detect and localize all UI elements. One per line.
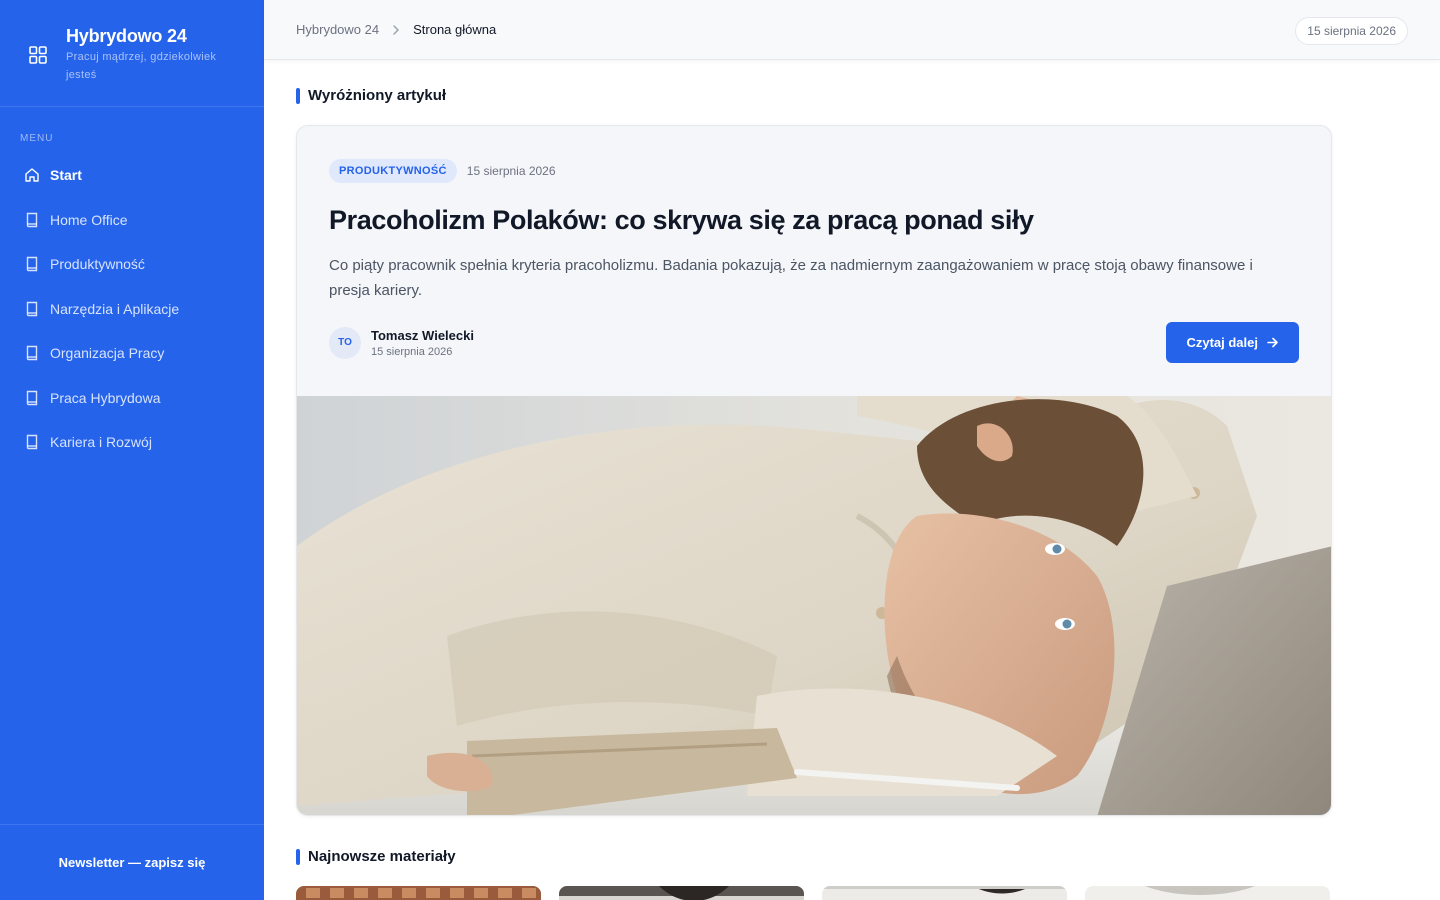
sidebar-item-label: Narzędzia i Aplikacje	[50, 300, 180, 317]
featured-article-card[interactable]: PRODUKTYWNOŚĆ 15 sierpnia 2026 Pracoholi…	[296, 125, 1332, 816]
book-icon	[26, 256, 38, 272]
author: TO Tomasz Wielecki 15 sierpnia 2026	[329, 326, 474, 359]
sidebar-nav: Start Home Office Produktywność Narzędzi…	[0, 151, 264, 460]
latest-card-thumbnail[interactable]	[1085, 886, 1330, 900]
brand-tagline: Pracuj mądrzej, gdziekolwiek jesteś	[66, 51, 217, 81]
breadcrumb-home[interactable]: Hybrydowo 24	[296, 22, 379, 37]
arrow-right-icon	[1267, 337, 1278, 348]
sidebar-item-label: Organizacja Pracy	[50, 345, 165, 361]
home-icon	[25, 168, 39, 182]
featured-section-title: Wyróżniony artykuł	[296, 87, 446, 105]
main-content: Wyróżniony artykuł PRODUKTYWNOŚĆ 15 sier…	[264, 60, 1440, 900]
sidebar-item-home-office[interactable]: Home Office	[16, 202, 256, 238]
book-icon	[26, 345, 38, 361]
hero-image[interactable]	[297, 396, 1332, 816]
newsletter-link[interactable]: Newsletter — zapisz się	[0, 824, 264, 900]
grid-icon	[29, 46, 47, 64]
book-icon	[26, 434, 38, 450]
sidebar-item-kariera[interactable]: Kariera i Rozwój	[16, 424, 256, 460]
latest-card-thumbnail[interactable]	[822, 886, 1067, 900]
avatar: TO	[329, 326, 361, 359]
read-more-label: Czytaj dalej	[1186, 335, 1258, 350]
latest-section-title: Najnowsze materiały	[296, 848, 456, 866]
author-row: TO Tomasz Wielecki 15 sierpnia 2026 Czyt…	[329, 322, 1299, 363]
sidebar-item-praca-hybrydowa[interactable]: Praca Hybrydowa	[16, 380, 256, 416]
date-badge: 15 sierpnia 2026	[1295, 16, 1408, 45]
article-excerpt: Co piąty pracownik spełnia kryteria prac…	[329, 257, 1253, 299]
author-date: 15 sierpnia 2026	[371, 345, 453, 358]
sidebar-item-produktywnosc[interactable]: Produktywność	[16, 246, 256, 282]
sidebar-item-label: Start	[50, 167, 82, 183]
card-body: PRODUKTYWNOŚĆ 15 sierpnia 2026 Pracoholi…	[297, 126, 1331, 396]
breadcrumb: Hybrydowo 24 Strona główna	[296, 22, 496, 37]
sidebar: Hybrydowo 24 Pracuj mądrzej, gdziekolwie…	[0, 0, 264, 900]
author-name: Tomasz Wielecki	[371, 327, 474, 343]
brand-title: Hybrydowo 24	[66, 26, 187, 46]
read-more-button[interactable]: Czytaj dalej	[1166, 322, 1299, 363]
breadcrumb-current: Strona główna	[413, 22, 497, 37]
article-meta: PRODUKTYWNOŚĆ 15 sierpnia 2026	[329, 159, 1299, 183]
article-date: 15 sierpnia 2026	[466, 164, 556, 178]
chevron-right-icon	[393, 24, 400, 35]
sidebar-item-label: Praca Hybrydowa	[50, 389, 161, 406]
sidebar-item-start[interactable]: Start	[16, 157, 256, 193]
book-icon	[26, 390, 38, 405]
latest-thumbnails	[296, 886, 1330, 900]
menu-heading: MENU	[20, 133, 54, 144]
book-icon	[26, 301, 38, 316]
sidebar-item-label: Kariera i Rozwój	[50, 434, 152, 450]
sidebar-item-label: Home Office	[50, 211, 128, 228]
book-icon	[26, 212, 38, 227]
brand[interactable]: Hybrydowo 24 Pracuj mądrzej, gdziekolwie…	[0, 0, 264, 107]
article-title[interactable]: Pracoholizm Polaków: co skrywa się za pr…	[329, 203, 1299, 237]
sidebar-item-label: Produktywność	[50, 256, 145, 272]
topbar: Hybrydowo 24 Strona główna 15 sierpnia 2…	[264, 0, 1440, 60]
category-tag[interactable]: PRODUKTYWNOŚĆ	[329, 159, 457, 183]
sidebar-item-organizacja[interactable]: Organizacja Pracy	[16, 335, 256, 371]
latest-card-thumbnail[interactable]	[296, 886, 541, 900]
latest-card-thumbnail[interactable]	[559, 886, 804, 900]
sidebar-item-narzedzia[interactable]: Narzędzia i Aplikacje	[16, 291, 256, 327]
